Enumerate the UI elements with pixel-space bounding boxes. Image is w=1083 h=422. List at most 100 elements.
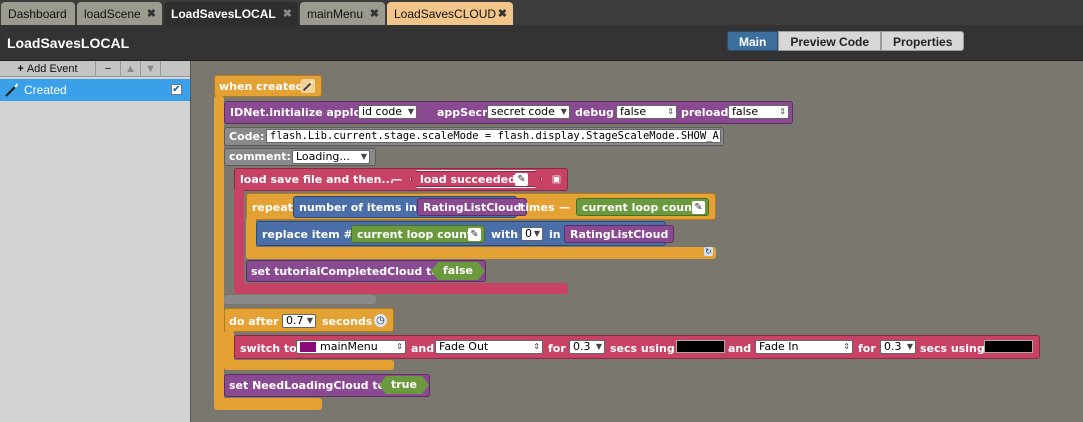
- repeat-footer: [246, 247, 716, 259]
- do-after-label: do after: [229, 315, 279, 328]
- arrow-up-icon: ▲: [125, 62, 136, 75]
- var-label: current loop count: [357, 228, 473, 241]
- preview-code-button[interactable]: Preview Code: [778, 31, 882, 51]
- appsecret-dropdown[interactable]: secret code ▼: [487, 105, 570, 119]
- wand-icon: ✎: [692, 201, 705, 214]
- and-label: and: [728, 342, 752, 355]
- debug-dropdown[interactable]: false ⇕: [616, 105, 677, 119]
- appid-dropdown[interactable]: id code ▼: [358, 105, 418, 119]
- enabled-checkbox[interactable]: ✔: [171, 84, 182, 95]
- main-view-button[interactable]: Main: [727, 31, 779, 51]
- close-icon[interactable]: ✖: [147, 7, 156, 20]
- delay-value: 0.7: [286, 314, 304, 327]
- chevron-down-icon: ▼: [560, 107, 567, 116]
- close-icon[interactable]: ✖: [370, 7, 379, 20]
- transition-out-dropdown[interactable]: Fade Out ⇕: [435, 340, 543, 354]
- close-icon[interactable]: ✖: [498, 7, 507, 20]
- move-down-button[interactable]: ▼: [141, 61, 161, 76]
- value-dropdown[interactable]: 0 ▼: [521, 227, 543, 241]
- chevron-updown-icon: ⇕: [667, 107, 674, 116]
- bool-label: true: [391, 378, 417, 391]
- event-list: Created ✔: [0, 79, 190, 101]
- transition-out-value: Fade Out: [439, 340, 489, 353]
- delay-dropdown[interactable]: 0.7 ▼: [282, 314, 316, 328]
- add-event-button[interactable]: + Add Event: [0, 61, 96, 76]
- resize-icon[interactable]: ↻: [704, 247, 713, 256]
- scene-dropdown[interactable]: mainMenu ⇕: [296, 340, 406, 354]
- chevron-down-icon: ▼: [906, 342, 913, 351]
- repeat-dash: —: [559, 201, 570, 214]
- tab-label: loadScene: [84, 6, 141, 21]
- true-value[interactable]: true: [379, 376, 429, 394]
- list-ratinglistcloud[interactable]: RatingListCloud: [417, 198, 528, 216]
- chevron-down-icon: ▼: [360, 152, 367, 161]
- list-label: RatingListCloud: [423, 201, 522, 214]
- chevron-down-icon: ▼: [306, 316, 313, 325]
- close-icon[interactable]: ✖: [283, 7, 292, 20]
- tab-label: LoadSavesLOCAL: [171, 6, 276, 21]
- transition-in-dropdown[interactable]: Fade In ⇕: [755, 340, 853, 354]
- load-save-footer: [234, 283, 568, 294]
- events-toolbar: + Add Event − ▲ ▼: [0, 61, 190, 77]
- chevron-down-icon: ▼: [533, 229, 540, 238]
- do-after-footer: [224, 360, 394, 370]
- when-created-footer: [214, 398, 322, 410]
- scene-value: mainMenu: [320, 340, 378, 353]
- list-label: RatingListCloud: [570, 228, 669, 241]
- color-in-picker[interactable]: [984, 340, 1033, 353]
- comment-value: Loading...: [296, 150, 350, 163]
- code-input[interactable]: flash.Lib.current.stage.scaleMode = flas…: [266, 129, 721, 143]
- minus-icon: −: [104, 62, 112, 75]
- tab-mainmenu[interactable]: mainMenu ✖: [300, 2, 385, 25]
- replace-label: replace item #: [262, 228, 353, 241]
- color-out-picker[interactable]: [676, 340, 725, 353]
- chevron-updown-icon: ⇕: [396, 342, 403, 351]
- tab-loadsaveslocal[interactable]: LoadSavesLOCAL ✖: [164, 2, 298, 25]
- current-loop-count-var[interactable]: current loop count: [576, 198, 709, 216]
- chevron-down-icon: ▼: [407, 107, 415, 116]
- arrow-down-icon: ▼: [145, 62, 156, 75]
- page-title: LoadSavesLOCAL: [7, 35, 130, 51]
- bool-label: false: [443, 264, 473, 277]
- secs-out-dropdown[interactable]: 0.3 ▼: [569, 340, 605, 354]
- secs-in-dropdown[interactable]: 0.3 ▼: [880, 340, 916, 354]
- when-created-label: when created: [219, 80, 304, 93]
- preload-dropdown[interactable]: false ⇕: [728, 105, 789, 119]
- appid-value: id code: [362, 105, 403, 118]
- code-label: Code:: [229, 130, 265, 143]
- current-loop-count-var[interactable]: current loop count: [351, 225, 485, 243]
- wand-icon: ✎: [515, 173, 528, 186]
- view-switcher: Main Preview Code Properties: [727, 31, 965, 51]
- tab-loadsavescloud[interactable]: LoadSavesCLOUD ✖: [387, 2, 513, 25]
- secs-using-label: secs using: [920, 342, 985, 355]
- event-item-created[interactable]: Created ✔: [0, 79, 190, 101]
- preload-value: false: [732, 105, 759, 118]
- callback-label: load succeeded: [420, 173, 517, 186]
- save-icon[interactable]: ▣: [550, 173, 563, 186]
- load-save-label: load save file and then...: [240, 173, 394, 186]
- chevron-updown-icon: ⇕: [843, 342, 850, 351]
- event-footer: [224, 295, 376, 304]
- add-event-label: Add Event: [26, 62, 78, 75]
- chevron-updown-icon: ⇕: [779, 107, 786, 116]
- tab-dashboard[interactable]: Dashboard: [1, 2, 75, 25]
- tab-loadscene[interactable]: loadScene ✖: [77, 2, 162, 25]
- with-label: with: [491, 228, 519, 241]
- move-up-button[interactable]: ▲: [121, 61, 141, 76]
- false-value[interactable]: false: [431, 262, 485, 280]
- appsecret-value: secret code: [491, 105, 555, 118]
- tab-label: Dashboard: [8, 6, 67, 21]
- repeat-label: repeat: [252, 201, 293, 214]
- load-save-dash: —: [391, 173, 402, 186]
- for-label: for: [858, 342, 876, 355]
- debug-label: debug: [575, 106, 614, 119]
- properties-button[interactable]: Properties: [881, 31, 965, 51]
- list-ratinglistcloud[interactable]: RatingListCloud: [564, 225, 675, 243]
- remove-event-button[interactable]: −: [96, 61, 121, 76]
- scene-header: LoadSavesLOCAL Main Preview Code Propert…: [0, 25, 1083, 61]
- plus-icon: +: [17, 62, 24, 75]
- comment-label: comment:: [229, 150, 291, 163]
- wand-icon: ✎: [468, 228, 481, 241]
- comment-dropdown[interactable]: Loading... ▼: [292, 150, 370, 164]
- set-needloading-label: set NeedLoadingCloud to: [229, 379, 386, 392]
